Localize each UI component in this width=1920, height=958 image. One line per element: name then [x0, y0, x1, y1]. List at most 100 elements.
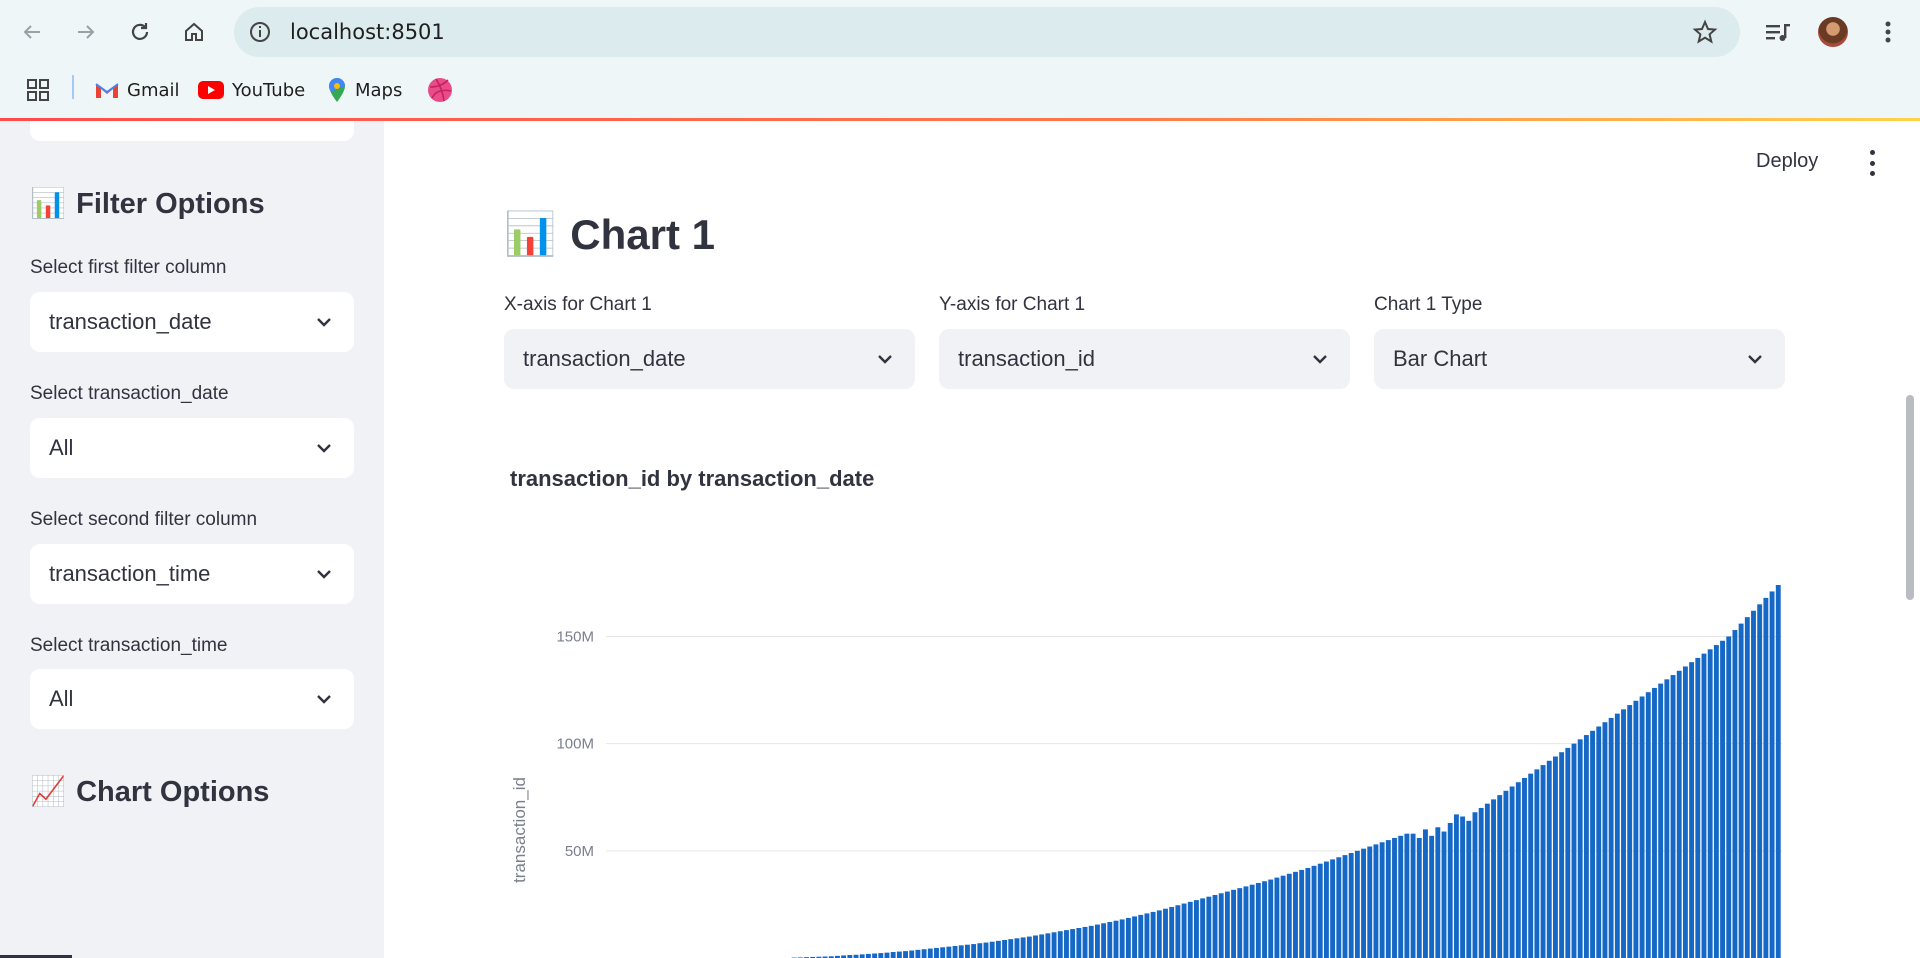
chart-bar[interactable] [1361, 848, 1367, 958]
chart-bar[interactable] [1583, 735, 1589, 958]
sidebar-partial-select[interactable] [30, 121, 354, 141]
chart-bar[interactable] [1336, 857, 1342, 958]
chart-bar[interactable] [989, 941, 995, 958]
chart-bar[interactable] [1286, 873, 1292, 958]
chart-bar[interactable] [1645, 692, 1651, 958]
chart-bar[interactable] [1255, 882, 1261, 958]
chart-bar[interactable] [1738, 623, 1744, 958]
chart-bar[interactable] [1528, 773, 1534, 958]
chart-bar[interactable] [1194, 900, 1199, 958]
second-filter-select[interactable]: transaction_time [30, 544, 354, 604]
chart-bar[interactable] [1769, 591, 1775, 958]
chart-bar[interactable] [1751, 610, 1756, 958]
bookmark-dribbble[interactable] [427, 74, 453, 106]
chart-bar[interactable] [1045, 933, 1051, 958]
apps-button[interactable] [26, 74, 50, 106]
chart-bar[interactable] [1689, 662, 1695, 958]
chart-bar[interactable] [1472, 812, 1478, 958]
chart-bar[interactable] [1125, 917, 1131, 958]
back-button[interactable] [14, 14, 50, 50]
forward-button[interactable] [68, 14, 104, 50]
chart-bar[interactable] [1101, 923, 1107, 958]
bookmark-gmail[interactable]: Gmail [95, 74, 180, 106]
chart-bar[interactable] [1268, 879, 1274, 958]
chart-bar[interactable] [1033, 935, 1038, 958]
chart-bar[interactable] [958, 945, 964, 958]
profile-avatar[interactable] [1818, 17, 1848, 47]
chart-bar[interactable] [915, 949, 921, 958]
chart-bar[interactable] [1552, 756, 1558, 958]
chart-bar[interactable] [1082, 926, 1088, 958]
bookmark-star-icon[interactable] [1692, 19, 1718, 45]
chart-bar[interactable] [1676, 670, 1682, 958]
y-axis-select[interactable]: transaction_id [939, 329, 1350, 389]
chart-bar[interactable] [1639, 696, 1645, 958]
chart-bar[interactable] [1522, 777, 1527, 958]
chart-bar[interactable] [1212, 894, 1218, 958]
chart-bar[interactable] [1262, 881, 1267, 958]
chart-bar[interactable] [952, 946, 958, 958]
chart-bar[interactable] [1107, 921, 1113, 958]
chart-bar[interactable] [927, 948, 933, 958]
chart-bar[interactable] [971, 944, 977, 958]
chart-bar[interactable] [1633, 700, 1639, 958]
chart-bar[interactable] [884, 952, 890, 958]
chart-bar[interactable] [1429, 835, 1435, 958]
chart-bar[interactable] [1150, 911, 1156, 958]
chart-bar[interactable] [1113, 920, 1119, 958]
deploy-button[interactable]: Deploy [1756, 150, 1818, 173]
chart-bar[interactable] [1658, 683, 1664, 958]
chart-bar[interactable] [921, 949, 927, 958]
chart-bar[interactable] [1354, 850, 1360, 958]
chart-bar[interactable] [1206, 896, 1212, 958]
chart-bar[interactable] [1701, 653, 1707, 958]
chart-bar[interactable] [1243, 886, 1249, 958]
chart-bar[interactable] [964, 944, 970, 958]
chart-bar[interactable] [1051, 932, 1057, 958]
chart-bar[interactable] [1094, 924, 1100, 958]
chart-bar[interactable] [983, 942, 989, 958]
chart-bar[interactable] [1348, 852, 1354, 958]
chart-bar[interactable] [1144, 913, 1150, 958]
chart-bar[interactable] [1596, 726, 1602, 958]
bookmark-youtube[interactable]: YouTube [198, 74, 305, 106]
chart-bar[interactable] [940, 947, 946, 958]
chart-bar[interactable] [1441, 831, 1447, 958]
chart-bar[interactable] [1652, 687, 1657, 958]
chart-bar[interactable] [1695, 657, 1701, 958]
chart-bar[interactable] [1416, 837, 1422, 958]
chart-bar[interactable] [1732, 630, 1738, 958]
chart-bar[interactable] [1156, 910, 1162, 958]
main-menu-button[interactable] [1862, 150, 1882, 176]
reload-button[interactable] [122, 14, 158, 50]
chart-bar[interactable] [1466, 820, 1472, 958]
chart-bar[interactable] [1064, 930, 1069, 958]
chart-bar[interactable] [909, 950, 915, 958]
chart-bar[interactable] [946, 946, 952, 958]
chart-bar[interactable] [1392, 837, 1397, 958]
chart-bar[interactable] [1435, 827, 1441, 958]
bookmark-maps[interactable]: Maps [327, 74, 402, 106]
chart-bar[interactable] [1342, 855, 1348, 958]
chart-bar[interactable] [1088, 925, 1094, 958]
chart-bar[interactable] [1602, 722, 1608, 958]
x-axis-select[interactable]: transaction_date [504, 329, 915, 389]
chart-bar[interactable] [1497, 795, 1503, 958]
chart-bar[interactable] [1002, 939, 1008, 958]
chart-bar[interactable] [1614, 713, 1620, 958]
chart-bar[interactable] [1070, 929, 1076, 958]
chart-bar[interactable] [1546, 760, 1552, 958]
chart-bar[interactable] [1385, 840, 1391, 958]
chart-bar[interactable] [1132, 916, 1137, 958]
chart-bar[interactable] [1559, 752, 1565, 958]
chart-bar[interactable] [1187, 901, 1193, 958]
chart-type-select[interactable]: Bar Chart [1374, 329, 1785, 389]
chart-bar[interactable] [1249, 884, 1255, 958]
chart-bar[interactable] [1330, 859, 1336, 958]
home-button[interactable] [176, 14, 212, 50]
chart-bar[interactable] [995, 940, 1001, 958]
chart-bar[interactable] [1590, 730, 1596, 958]
chart-bar[interactable] [1305, 867, 1311, 958]
chart-bar[interactable] [1169, 906, 1175, 958]
time-filter-select[interactable]: All [30, 669, 354, 729]
